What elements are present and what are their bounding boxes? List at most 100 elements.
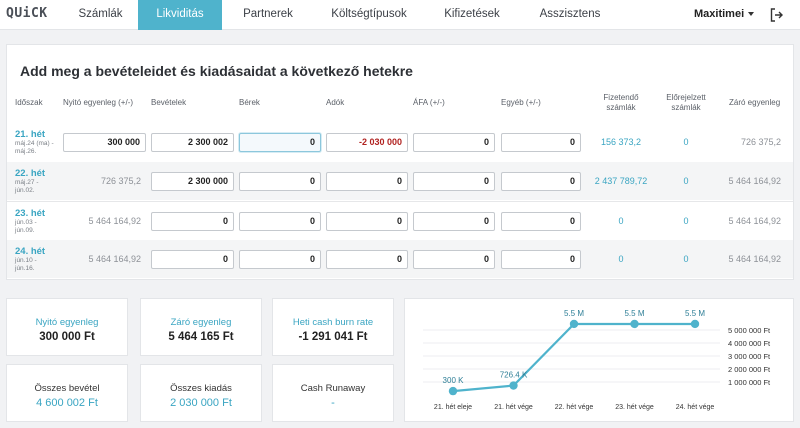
other-input[interactable]: 0 xyxy=(501,172,581,191)
week-dates: máj.27 - jún.02. xyxy=(15,179,38,195)
header-wages: Bérek xyxy=(239,98,260,107)
user-name: Maxitimei xyxy=(694,8,745,20)
taxes-input[interactable]: 0 xyxy=(326,172,408,191)
balance-chart-card: 1 000 000 Ft 2 000 000 Ft 3 000 000 Ft 4 00… xyxy=(404,298,794,422)
revenue-input[interactable]: 2 300 002 xyxy=(151,133,234,152)
cash-runaway-label: Cash Runaway xyxy=(300,383,366,394)
week-date-end: jún.09. xyxy=(15,227,35,234)
tab-asszisztens[interactable]: Asszisztens xyxy=(520,0,620,30)
chart-y-tick-label: 5 000 000 Ft xyxy=(728,326,771,335)
vat-input[interactable]: 0 xyxy=(413,250,495,269)
balance-line-chart: 1 000 000 Ft 2 000 000 Ft 3 000 000 Ft 4 00… xyxy=(423,309,771,411)
taxes-input[interactable]: 0 xyxy=(326,250,408,269)
header-forecast-line2: számlák xyxy=(671,103,701,112)
week-date-start: jún.10 - xyxy=(15,257,37,264)
chart-y-tick-label: 3 000 000 Ft xyxy=(728,352,771,361)
payable-value[interactable]: 0 xyxy=(591,254,651,264)
other-input[interactable]: 0 xyxy=(501,212,581,231)
chart-point[interactable] xyxy=(690,319,700,329)
opening-value: 726 375,2 xyxy=(100,176,141,186)
closing-balance-label: Záró egyenleg xyxy=(170,317,232,328)
tab-koltsegtipusok[interactable]: Költségtípusok xyxy=(314,0,424,30)
chart-point[interactable] xyxy=(448,386,458,396)
wages-input[interactable]: 0 xyxy=(239,133,321,152)
table-row: 24. hét jún.10 - jún.16. 5 464 164,92 0 0… xyxy=(7,240,793,278)
burn-rate-label: Heti cash burn rate xyxy=(292,317,374,328)
table-row: 22. hét máj.27 - jún.02. 726 375,2 2 300 … xyxy=(7,162,793,200)
header-payable: Fizetendő számlák xyxy=(591,93,651,113)
taxes-input[interactable]: -2 030 000 xyxy=(326,133,408,152)
total-expense-card: Összes kiadás 2 030 000 Ft xyxy=(140,364,262,422)
opening-value: 5 464 164,92 xyxy=(88,254,141,264)
total-income-label: Összes bevétel xyxy=(34,383,100,394)
chevron-down-icon xyxy=(748,12,755,17)
header-taxes: Adók xyxy=(326,98,345,107)
app-logo[interactable]: QUiCK xyxy=(6,6,48,21)
revenue-input[interactable]: 0 xyxy=(151,250,234,269)
tab-kifizetesek[interactable]: Kifizetések xyxy=(424,0,520,30)
vat-input[interactable]: 0 xyxy=(413,133,495,152)
chart-x-tick-label: 24. hét vége xyxy=(676,404,715,411)
vat-input[interactable]: 0 xyxy=(413,212,495,231)
chart-y-tick-label: 1 000 000 Ft xyxy=(728,378,771,387)
opening-balance-value: 300 000 Ft xyxy=(39,331,95,343)
chart-point[interactable] xyxy=(630,319,639,329)
chart-x-tick-label: 21. hét eleje xyxy=(434,404,472,411)
header-period: Időszak xyxy=(15,98,43,107)
revenue-input[interactable]: 2 300 000 xyxy=(151,172,234,191)
opening-balance-card: Nyitó egyenleg 300 000 Ft xyxy=(6,298,128,356)
chart-x-tick-label: 23. hét vége xyxy=(615,404,654,411)
wages-input[interactable]: 0 xyxy=(239,212,321,231)
payable-value[interactable]: 2 437 789,72 xyxy=(591,176,651,186)
week-date-end: máj.26. xyxy=(15,148,37,155)
chart-point[interactable] xyxy=(509,381,518,390)
closing-balance-value: 5 464 165 Ft xyxy=(168,331,234,343)
week-dates: jún.10 - jún.16. xyxy=(15,257,37,273)
week-label: 22. hét xyxy=(15,168,46,179)
payable-value[interactable]: 156 373,2 xyxy=(591,137,651,147)
total-expense-label: Összes kiadás xyxy=(170,383,232,394)
header-forecast: Előrejelzett számlák xyxy=(657,93,715,113)
tab-likviditas[interactable]: Likviditás xyxy=(138,0,222,30)
opening-balance-label: Nyitó egyenleg xyxy=(35,317,99,328)
other-input[interactable]: 0 xyxy=(501,133,581,152)
header-vat: ÁFA (+/-) xyxy=(413,98,445,107)
user-menu[interactable]: Maxitimei xyxy=(694,8,755,20)
tab-szamlak[interactable]: Számlák xyxy=(61,0,140,30)
week-dates: máj.24 (ma) - máj.26. xyxy=(15,140,54,156)
payable-value[interactable]: 0 xyxy=(591,216,651,226)
chart-series-line xyxy=(452,322,695,393)
wages-input[interactable]: 0 xyxy=(239,250,321,269)
week-date-start: máj.27 - xyxy=(15,179,39,186)
cash-runaway-value: - xyxy=(331,397,335,409)
chart-data-label: 5.5 M xyxy=(564,309,584,318)
weekly-input-panel: Add meg a bevételeidet és kiadásaidat a … xyxy=(6,44,794,280)
header-revenue: Bevételek xyxy=(151,98,187,107)
header-opening: Nyitó egyenleg (+/-) xyxy=(63,98,134,107)
header-closing: Záró egyenleg xyxy=(729,98,781,107)
chart-data-label: 726.4 K xyxy=(500,371,528,380)
opening-input[interactable]: 300 000 xyxy=(63,133,146,152)
chart-data-label: 5.5 M xyxy=(685,309,705,318)
closing-value: 726 375,2 xyxy=(740,137,781,147)
wages-input[interactable]: 0 xyxy=(239,172,321,191)
chart-point[interactable] xyxy=(569,319,579,329)
tab-partnerek[interactable]: Partnerek xyxy=(222,0,314,30)
revenue-input[interactable]: 0 xyxy=(151,212,234,231)
vat-input[interactable]: 0 xyxy=(413,172,495,191)
burn-rate-value: -1 291 041 Ft xyxy=(298,331,368,343)
week-dates: jún.03 - jún.09. xyxy=(15,219,37,235)
taxes-input[interactable]: 0 xyxy=(326,212,408,231)
chart-data-label: 5.5 M xyxy=(624,309,644,318)
week-date-end: jún.02. xyxy=(15,187,35,194)
chart-x-tick-label: 22. hét vége xyxy=(555,404,594,411)
closing-value: 5 464 164,92 xyxy=(728,216,781,226)
closing-value: 5 464 164,92 xyxy=(728,254,781,264)
week-date-start: jún.03 - xyxy=(15,219,37,226)
table-row: 23. hét jún.03 - jún.09. 5 464 164,92 0 0… xyxy=(7,201,793,239)
chart-data-label: 300 K xyxy=(443,376,465,385)
week-date-start: máj.24 (ma) - xyxy=(15,140,54,147)
logout-icon[interactable] xyxy=(770,8,784,22)
other-input[interactable]: 0 xyxy=(501,250,581,269)
chart-x-tick-label: 21. hét vége xyxy=(494,404,533,411)
